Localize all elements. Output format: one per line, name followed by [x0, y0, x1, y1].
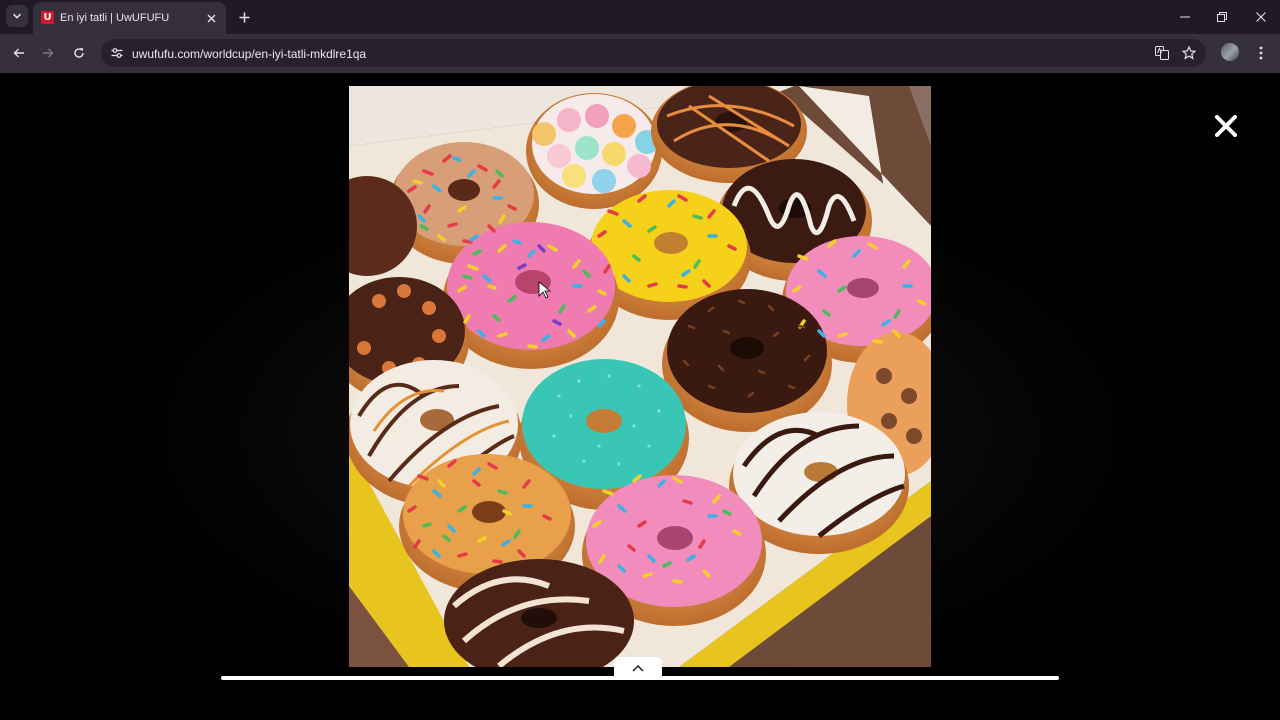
tab-close-button[interactable]: [203, 10, 219, 26]
chevron-up-icon: [632, 664, 644, 672]
address-bar[interactable]: uwufufu.com/worldcup/en-iyi-tatli-mkdlre…: [101, 39, 1206, 67]
restore-icon: [1217, 12, 1227, 22]
bookmark-star-button[interactable]: [1180, 44, 1198, 62]
reload-icon: [74, 48, 84, 58]
back-button[interactable]: [10, 44, 28, 62]
translate-icon: [1155, 46, 1169, 60]
uwufufu-favicon-icon: U: [41, 11, 54, 24]
tab-strip: U En iyi tatli | UwUFUFU: [0, 0, 1280, 34]
arrow-right-icon: [43, 48, 54, 58]
close-icon: [207, 14, 215, 22]
forward-button[interactable]: [39, 44, 57, 62]
arrow-left-icon: [13, 48, 24, 58]
close-icon: [1256, 12, 1266, 22]
expand-panel-button[interactable]: [614, 657, 662, 679]
chevron-down-icon: [12, 13, 22, 19]
kebab-menu-icon: [1259, 46, 1263, 60]
reload-button[interactable]: [70, 44, 88, 62]
new-tab-button[interactable]: [235, 8, 253, 26]
star-icon: [1182, 46, 1196, 60]
close-icon: [1215, 115, 1237, 137]
viewer-close-button[interactable]: [1212, 112, 1240, 140]
url-text[interactable]: uwufufu.com/worldcup/en-iyi-tatli-mkdlre…: [132, 47, 366, 61]
tab-title: En iyi tatli | UwUFUFU: [60, 12, 170, 24]
window-close-button[interactable]: [1253, 9, 1269, 25]
minimize-icon: [1180, 16, 1190, 18]
plus-icon: [239, 12, 249, 22]
browser-toolbar: uwufufu.com/worldcup/en-iyi-tatli-mkdlre…: [0, 34, 1280, 73]
donut-box-photo[interactable]: [349, 86, 931, 667]
tune-icon: [111, 48, 123, 58]
tab-search-button[interactable]: [6, 5, 28, 27]
donut-illustration: [349, 86, 931, 667]
restore-button[interactable]: [1214, 9, 1230, 25]
minimize-button[interactable]: [1177, 9, 1193, 25]
image-viewer-overlay: [0, 73, 1280, 720]
browser-menu-button[interactable]: [1252, 44, 1270, 62]
site-info-button[interactable]: [108, 44, 126, 62]
translate-button[interactable]: [1153, 44, 1171, 62]
active-tab[interactable]: U En iyi tatli | UwUFUFU: [33, 2, 226, 34]
profile-avatar[interactable]: [1221, 43, 1239, 61]
